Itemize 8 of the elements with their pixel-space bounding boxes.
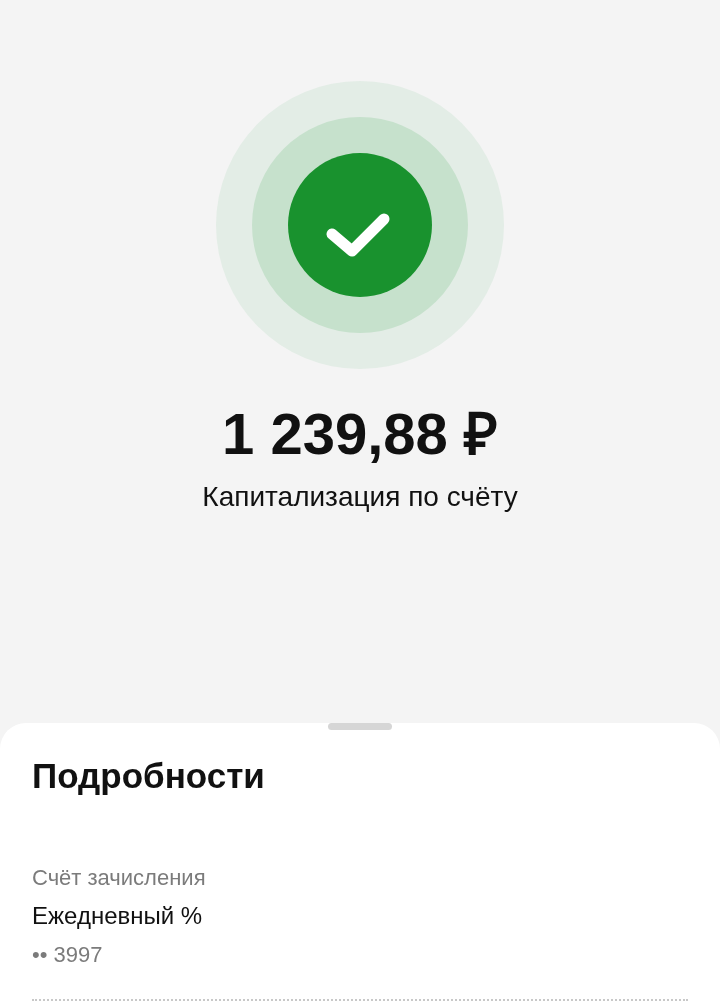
field-label: Счёт зачисления: [32, 864, 207, 892]
success-check-icon: [216, 81, 504, 369]
amount-text: 1 239,88 ₽: [222, 400, 498, 468]
drag-handle[interactable]: [328, 723, 392, 730]
details-heading: Подробности: [32, 755, 266, 797]
operation-title: Капитализация по счёту: [202, 479, 518, 514]
account-number: •• 3997: [32, 940, 104, 969]
account-name: Ежедневный %: [32, 900, 204, 931]
